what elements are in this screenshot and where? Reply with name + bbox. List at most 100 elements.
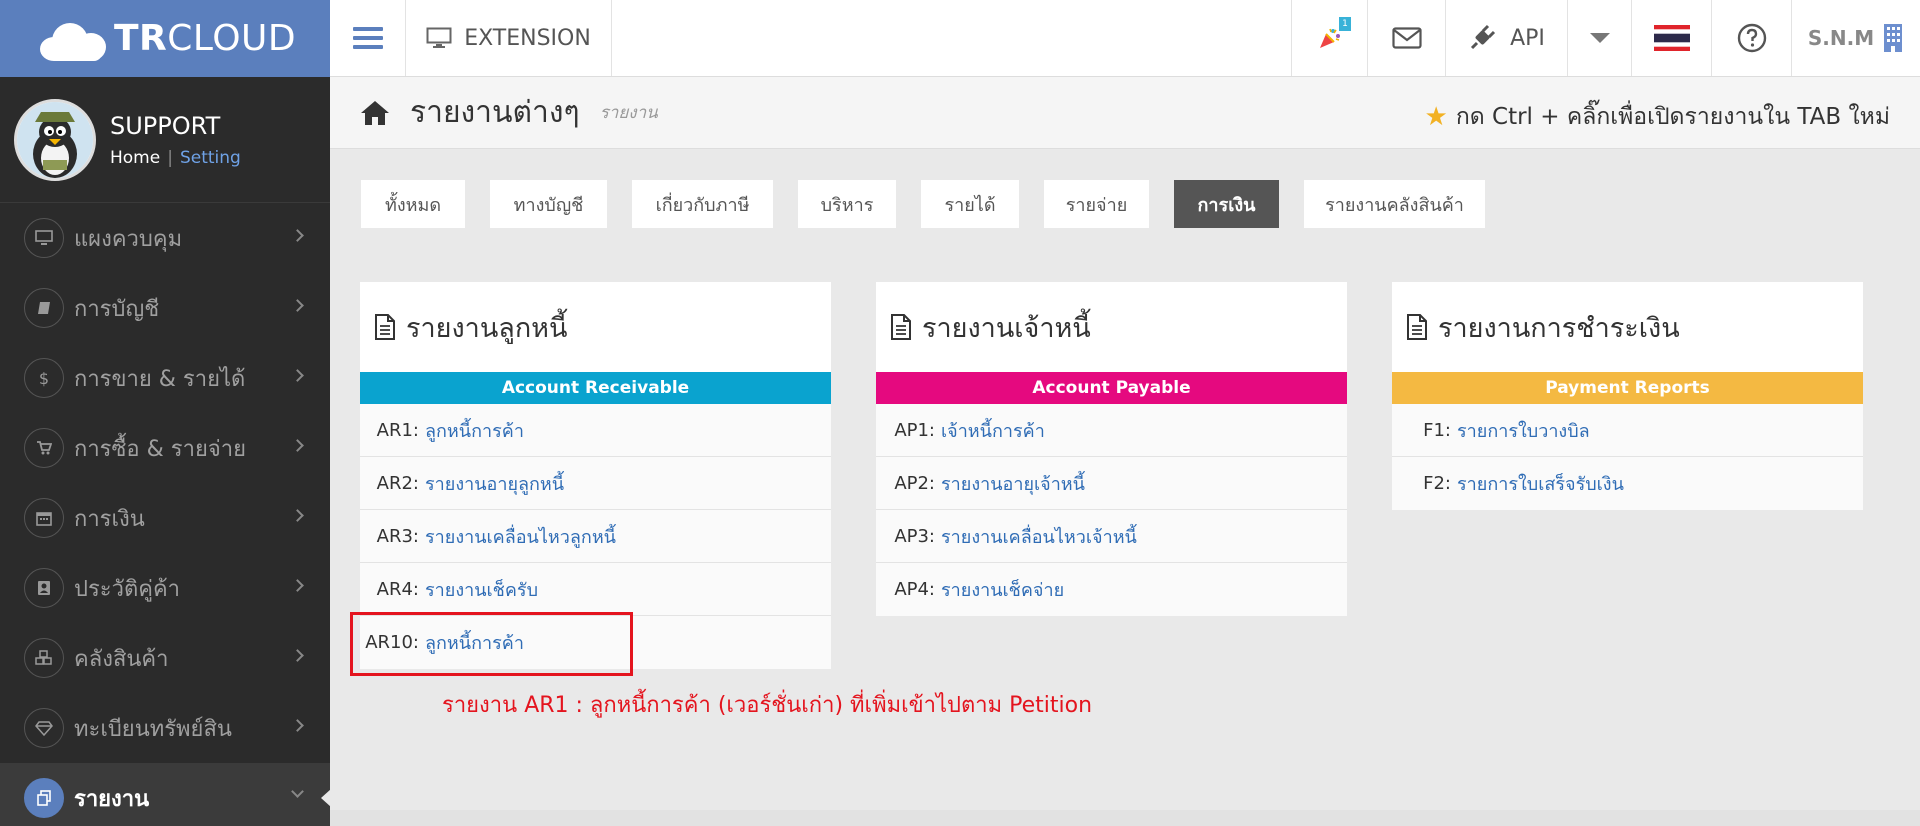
sidebar-item-label: ทะเบียนทรัพย์สิน <box>74 716 232 742</box>
desktop-icon <box>426 27 452 48</box>
brand-logo[interactable]: TRCLOUD <box>0 0 330 77</box>
document-icon <box>375 314 395 340</box>
report-link[interactable]: รายการใบเสร็จรับเงิน <box>1457 469 1624 498</box>
chevron-right-icon <box>291 439 304 452</box>
top-bar: EXTENSION 1 API S.N.M <box>330 0 1920 77</box>
sidebar-item-dashboard[interactable]: แผงควบคุม <box>0 203 330 273</box>
report-code: AP1: <box>894 419 935 441</box>
report-code: F2: <box>1423 473 1451 494</box>
sidebar-item-label: ประวัติคู่ค้า <box>74 576 181 602</box>
panel-header: รายงานการชำระเงิน <box>1392 282 1863 372</box>
receivable-panel: รายงานลูกหนี้ Account Receivable AR1: ลูก… <box>360 282 831 669</box>
chevron-right-icon <box>291 579 304 592</box>
footer-strip <box>330 810 1920 826</box>
dollar-icon: $ <box>24 358 64 398</box>
contact-icon <box>24 568 64 608</box>
sidebar-item-purchases[interactable]: การซื้อ & รายจ่าย <box>0 413 330 483</box>
report-row-f1[interactable]: F1: รายการใบวางบิล <box>1392 404 1863 457</box>
building-icon <box>1884 24 1903 52</box>
thai-flag-icon <box>1653 25 1690 51</box>
report-code: AR3: <box>376 525 419 547</box>
report-row-ar3[interactable]: AR3: รายงานเคลื่อนไหวลูกหนี้ <box>360 510 831 563</box>
avatar[interactable] <box>14 98 96 181</box>
report-code: F1: <box>1423 419 1451 441</box>
report-row-ar1[interactable]: AR1: ลูกหนี้การค้า <box>360 404 831 457</box>
report-link[interactable]: รายงานเคลื่อนไหวลูกหนี้ <box>425 522 616 551</box>
help-button[interactable] <box>1712 0 1792 76</box>
sidebar-item-inventory[interactable]: คลังสินค้า <box>0 623 330 693</box>
monitor-icon <box>24 218 64 258</box>
panel-band: Account Receivable <box>360 372 831 404</box>
sidebar-item-label: การเงิน <box>74 506 145 532</box>
caret-down-icon <box>1589 33 1610 43</box>
report-row-ar2[interactable]: AR2: รายงานอายุลูกหนี้ <box>360 457 831 510</box>
report-code: AR2: <box>376 472 419 494</box>
user-profile: SUPPORT Home | Setting <box>0 77 330 203</box>
mail-button[interactable] <box>1368 0 1446 76</box>
payment-panel: รายงานการชำระเงิน Payment Reports F1: ราย… <box>1392 282 1863 510</box>
report-row-ap1[interactable]: AP1: เจ้าหนี้การค้า <box>876 404 1347 457</box>
star-icon: ★ <box>1424 102 1448 132</box>
annotation-highlight-box <box>350 612 633 676</box>
sidebar-item-accounting[interactable]: การบัญชี <box>0 273 330 343</box>
report-link[interactable]: รายงานเช็คจ่าย <box>941 575 1064 604</box>
dropdown-button[interactable] <box>1568 0 1632 76</box>
sidebar-item-label: การซื้อ & รายจ่าย <box>74 436 246 462</box>
report-link[interactable]: รายงานอายุลูกหนี้ <box>425 469 564 498</box>
sidebar-item-sales[interactable]: $ การขาย & รายได้ <box>0 343 330 413</box>
tab-inventory-reports[interactable]: รายงานคลังสินค้า <box>1304 180 1485 228</box>
report-row-f2[interactable]: F2: รายการใบเสร็จรับเงิน <box>1392 457 1863 510</box>
tab-income[interactable]: รายได้ <box>921 180 1019 228</box>
cubes-icon <box>24 638 64 678</box>
chevron-down-icon <box>291 785 304 798</box>
sidebar-item-assets[interactable]: ทะเบียนทรัพย์สิน <box>0 693 330 763</box>
report-code: AP3: <box>894 525 935 547</box>
page-title: รายงานต่างๆ <box>410 95 580 130</box>
setting-link[interactable]: Setting <box>180 148 241 168</box>
tab-all[interactable]: ทั้งหมด <box>361 180 465 228</box>
report-row-ap3[interactable]: AP3: รายงานเคลื่อนไหวเจ้าหนี้ <box>876 510 1347 563</box>
document-icon <box>1407 314 1427 340</box>
api-label: API <box>1510 25 1545 51</box>
book-icon <box>24 288 64 328</box>
report-link[interactable]: ลูกหนี้การค้า <box>425 416 524 445</box>
report-link[interactable]: รายงานเช็ครับ <box>425 575 538 604</box>
payable-panel: รายงานเจ้าหนี้ Account Payable AP1: เจ้าห… <box>876 282 1347 616</box>
home-link[interactable]: Home <box>110 148 160 168</box>
chevron-right-icon <box>291 719 304 732</box>
hint-text: กด Ctrl + คลิ๊กเพื่อเปิดรายงานใน TAB ใหม… <box>1455 104 1890 130</box>
tab-tax[interactable]: เกี่ยวกับภาษี <box>632 180 773 228</box>
api-button[interactable]: API <box>1446 0 1568 76</box>
link-separator: | <box>167 147 173 168</box>
hamburger-icon <box>352 22 383 54</box>
tab-management[interactable]: บริหาร <box>798 180 896 228</box>
sidebar-item-finance[interactable]: การเงิน <box>0 483 330 553</box>
company-button[interactable]: S.N.M <box>1792 0 1920 76</box>
report-code: AR1: <box>376 419 419 441</box>
report-row-ap2[interactable]: AP2: รายงานอายุเจ้าหนี้ <box>876 457 1347 510</box>
menu-toggle-button[interactable] <box>330 0 406 76</box>
notifications-button[interactable]: 1 <box>1292 0 1368 76</box>
sidebar-item-reports[interactable]: รายงาน <box>0 763 331 826</box>
report-link[interactable]: รายงานเคลื่อนไหวเจ้าหนี้ <box>941 522 1137 551</box>
report-link[interactable]: เจ้าหนี้การค้า <box>941 416 1045 445</box>
report-link[interactable]: รายการใบวางบิล <box>1457 416 1590 445</box>
copy-icon <box>24 778 64 818</box>
panel-band: Payment Reports <box>1392 372 1863 404</box>
extension-button[interactable]: EXTENSION <box>406 0 612 76</box>
panel-header: รายงานลูกหนี้ <box>360 282 831 372</box>
home-icon[interactable] <box>360 100 390 126</box>
tab-accounting[interactable]: ทางบัญชี <box>490 180 607 228</box>
company-label: S.N.M <box>1807 26 1875 50</box>
panel-title: รายงานการชำระเงิน <box>1438 312 1680 344</box>
question-circle-icon <box>1737 23 1766 53</box>
sidebar-item-contacts[interactable]: ประวัติคู่ค้า <box>0 553 330 623</box>
envelope-icon <box>1391 27 1422 49</box>
report-row-ar4[interactable]: AR4: รายงานเช็ครับ <box>360 563 831 616</box>
tab-finance[interactable]: การเงิน <box>1174 180 1279 228</box>
report-link[interactable]: รายงานอายุเจ้าหนี้ <box>941 469 1085 498</box>
language-button[interactable] <box>1632 0 1712 76</box>
tab-expense[interactable]: รายจ่าย <box>1044 180 1149 228</box>
notification-badge: 1 <box>1339 17 1351 31</box>
report-row-ap4[interactable]: AP4: รายงานเช็คจ่าย <box>876 563 1347 616</box>
